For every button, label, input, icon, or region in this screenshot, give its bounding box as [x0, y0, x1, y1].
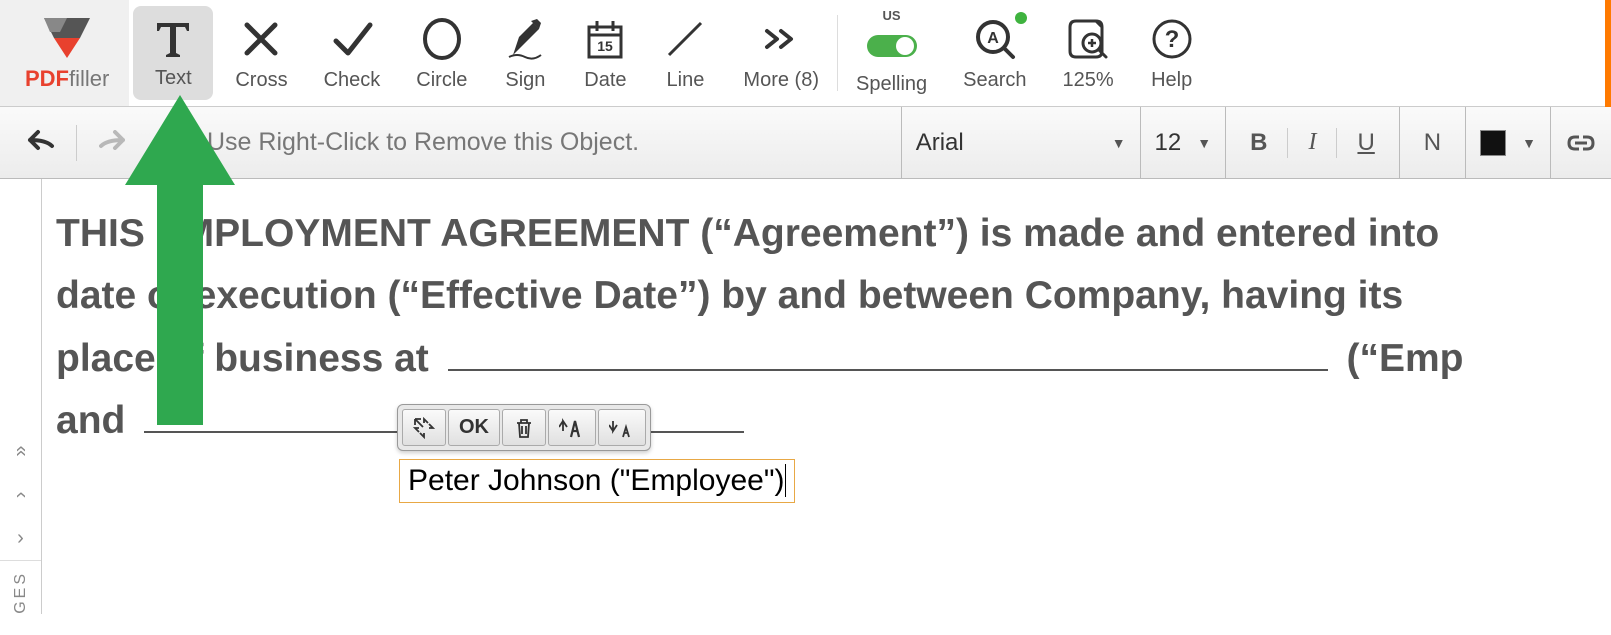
font-size-value: 12	[1155, 129, 1182, 157]
line-icon	[663, 17, 707, 61]
spelling-tool[interactable]: US Spelling	[838, 0, 945, 106]
cross-tool[interactable]: Cross	[217, 0, 305, 106]
check-icon	[330, 17, 374, 61]
toggle-on-icon	[865, 31, 919, 61]
format-divider	[1287, 128, 1288, 158]
right-edge-cutoff	[1605, 0, 1611, 107]
increase-size-button[interactable]	[548, 409, 596, 446]
chevron-down-icon: ▼	[1197, 135, 1211, 151]
help-tool-label: Help	[1151, 69, 1192, 92]
svg-text:15: 15	[598, 38, 614, 54]
zoom-tool[interactable]: 125%	[1045, 0, 1132, 106]
font-name-value: Arial	[916, 129, 1096, 157]
delete-button[interactable]	[502, 409, 546, 446]
redo-icon	[95, 126, 127, 154]
zoom-icon	[1066, 17, 1110, 61]
search-tool-label: Search	[963, 69, 1026, 92]
underline-button[interactable]: U	[1347, 121, 1384, 165]
undo-button[interactable]	[18, 118, 66, 167]
line-tool[interactable]: Line	[645, 0, 725, 106]
increase-size-icon	[559, 417, 585, 439]
date-tool-label: Date	[584, 69, 626, 92]
link-button[interactable]	[1550, 107, 1611, 178]
chevron-down-icon: ▼	[1522, 135, 1536, 151]
doc-line-4a: and	[56, 399, 125, 442]
app-logo[interactable]: PDFfiller	[0, 0, 129, 106]
color-picker[interactable]: ▼	[1465, 107, 1550, 178]
more-tool-label: More (8)	[743, 69, 819, 92]
page-prev-button[interactable]: ‹	[0, 475, 43, 516]
trash-icon	[513, 417, 535, 439]
document-area: « ‹ › GES THIS EMPLOYMENT AGREEMENT (“Ag…	[0, 179, 1611, 614]
line-tool-label: Line	[667, 69, 705, 92]
document-content[interactable]: THIS EMPLOYMENT AGREEMENT (“Agreement”) …	[42, 179, 1473, 614]
zoom-tool-label: 125%	[1063, 69, 1114, 92]
ok-button[interactable]: OK	[448, 409, 500, 446]
circle-icon	[420, 17, 464, 61]
font-size-select[interactable]: 12 ▼	[1140, 107, 1226, 178]
text-icon	[151, 17, 195, 61]
page-navigator: « ‹ › GES	[0, 179, 42, 614]
decrease-size-button[interactable]	[598, 409, 646, 446]
spelling-tool-label: Spelling	[856, 73, 927, 96]
move-handle[interactable]	[402, 409, 446, 446]
main-toolbar: PDFfiller Text Cross Check Circle Sign 1…	[0, 0, 1611, 107]
hint-bubble: ··· Use Right-Click to Remove this Objec…	[153, 128, 901, 158]
date-icon: 15	[583, 17, 627, 61]
doc-line-1: THIS EMPLOYMENT AGREEMENT (“Agreement”) …	[56, 212, 1439, 255]
text-tool[interactable]: Text	[133, 6, 213, 100]
search-indicator-dot	[1015, 12, 1027, 24]
font-family-select[interactable]: Arial ▼	[901, 107, 1140, 178]
doc-line-3a: place of business at	[56, 337, 429, 380]
blank-field-1[interactable]	[448, 369, 1328, 371]
check-tool[interactable]: Check	[306, 0, 399, 106]
format-toolbar: ··· Use Right-Click to Remove this Objec…	[0, 107, 1611, 179]
text-tool-label: Text	[155, 67, 192, 90]
search-tool[interactable]: A Search	[945, 0, 1044, 106]
text-edit-toolbar: OK	[397, 404, 651, 451]
sign-tool-label: Sign	[505, 69, 545, 92]
hint-icon: ···	[165, 128, 195, 158]
color-swatch	[1480, 130, 1506, 156]
search-icon: A	[973, 17, 1017, 61]
doc-line-2: date of execution (“Effective Date”) by …	[56, 274, 1403, 317]
help-icon: ?	[1150, 17, 1194, 61]
bold-button[interactable]: B	[1240, 121, 1277, 165]
normal-style-button[interactable]: N	[1414, 121, 1451, 165]
format-divider	[1336, 128, 1337, 158]
more-icon	[759, 17, 803, 61]
page-first-button[interactable]: «	[0, 431, 43, 472]
text-cursor	[785, 464, 786, 497]
doc-line-3c: (“Emp	[1346, 337, 1463, 380]
cross-tool-label: Cross	[235, 69, 287, 92]
text-input-value: Peter Johnson ("Employee")	[408, 464, 784, 497]
move-icon	[413, 417, 435, 439]
history-divider	[76, 125, 77, 161]
check-tool-label: Check	[324, 69, 381, 92]
text-input-field[interactable]: Peter Johnson ("Employee")	[399, 459, 795, 503]
sign-icon	[503, 17, 547, 61]
pages-label: GES	[12, 571, 30, 614]
chevron-down-icon: ▼	[1112, 135, 1126, 151]
circle-tool[interactable]: Circle	[398, 0, 485, 106]
link-icon	[1565, 131, 1597, 155]
sign-tool[interactable]: Sign	[485, 0, 565, 106]
hint-text: Use Right-Click to Remove this Object.	[207, 128, 639, 157]
decrease-size-icon	[609, 417, 635, 439]
circle-tool-label: Circle	[416, 69, 467, 92]
italic-button[interactable]: I	[1298, 121, 1326, 164]
cross-icon	[239, 17, 283, 61]
pdffiller-logo-icon	[40, 16, 94, 60]
more-tool[interactable]: More (8)	[725, 0, 837, 106]
date-tool[interactable]: 15 Date	[565, 0, 645, 106]
spelling-lang-badge: US	[883, 8, 901, 23]
svg-text:?: ?	[1164, 26, 1179, 53]
svg-text:A: A	[987, 30, 999, 47]
undo-icon	[26, 126, 58, 154]
redo-button[interactable]	[87, 118, 135, 167]
help-tool[interactable]: ? Help	[1132, 0, 1212, 106]
page-next-button[interactable]: ›	[0, 517, 41, 561]
logo-text: PDFfiller	[25, 66, 109, 92]
